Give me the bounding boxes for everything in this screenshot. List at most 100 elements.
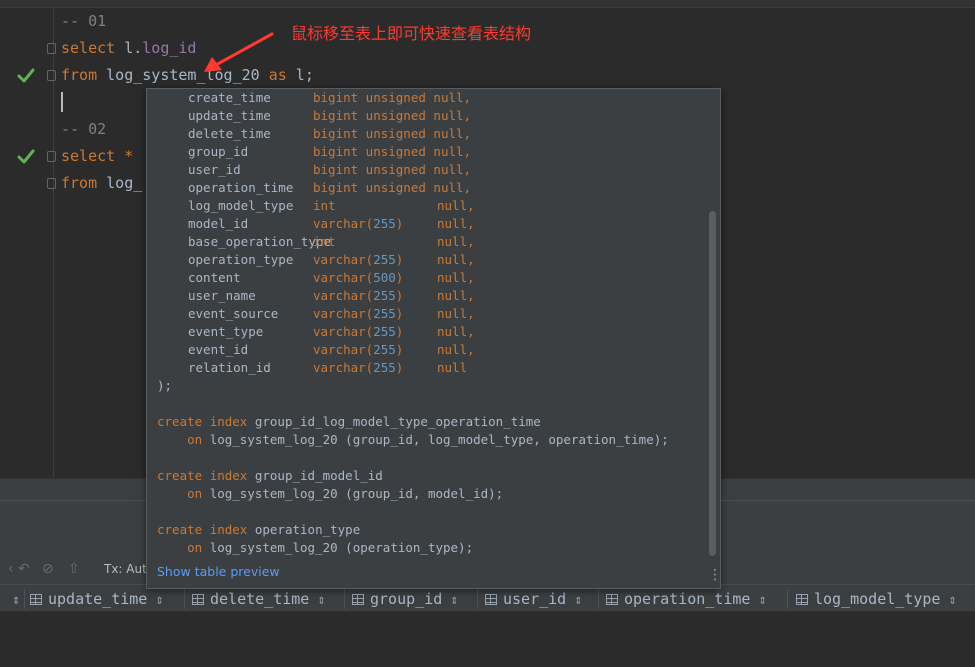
sort-icon[interactable]: ⇕: [948, 596, 956, 607]
popup-scrollbar[interactable]: [709, 211, 716, 556]
ddl-column-line: log_model_type int null,: [157, 197, 707, 215]
column-divider[interactable]: [787, 589, 788, 609]
table-structure-popup[interactable]: create_time bigint unsigned null, update_t…: [146, 88, 721, 589]
column-nullability: null,: [437, 306, 475, 321]
type-length: 255: [373, 324, 396, 339]
column-name: content: [188, 270, 241, 285]
keyword-select: select: [61, 147, 116, 165]
ddl-column-line: content varchar(500) null,: [157, 269, 707, 287]
column-nullability: null,: [433, 144, 472, 159]
show-table-preview-link[interactable]: Show table preview: [157, 564, 280, 579]
keyword-on: on: [187, 486, 203, 501]
index-target: log_system_log_20 (group_id, log_model_t…: [209, 432, 669, 447]
code-line-from-2[interactable]: from log_: [61, 170, 142, 197]
ddl-column-line: event_source varchar(255) null,: [157, 305, 707, 323]
column-name: delete_time: [188, 126, 271, 141]
annotation-arrow-icon: [204, 32, 274, 72]
code-table-partial: log_: [97, 174, 143, 192]
ddl-column-line: model_id varchar(255) null,: [157, 215, 707, 233]
undo-icon[interactable]: ↶: [18, 561, 30, 577]
column-nullability: null,: [437, 234, 475, 249]
column-nullability: null: [437, 360, 468, 375]
code-line-select-1[interactable]: select l.log_id: [61, 35, 196, 62]
column-name: update_time: [188, 108, 271, 123]
sort-icon[interactable]: ⇕: [4, 585, 20, 613]
column-header-log-model-type[interactable]: log_model_type ⇕: [796, 585, 957, 613]
column-nullability: null,: [437, 252, 475, 267]
ddl-close-paren: );: [157, 378, 173, 393]
ddl-index-line: create index group_id_model_id: [157, 467, 707, 485]
ddl-index-target-line: on log_system_log_20 (operation_type);: [157, 539, 707, 557]
column-type: bigint unsigned: [313, 144, 434, 159]
column-name: model_id: [188, 216, 249, 231]
column-name: base_operation_type: [188, 234, 331, 249]
column-type: varchar(500): [313, 270, 404, 285]
column-icon: [796, 594, 808, 605]
type-length: 255: [373, 306, 396, 321]
keyword-from: from: [61, 174, 98, 192]
sort-icon[interactable]: ⇕: [317, 596, 325, 607]
fold-marker-icon[interactable]: [47, 151, 56, 162]
ddl-index-line: create index operation_type: [157, 521, 707, 539]
fold-marker-icon[interactable]: [47, 70, 56, 81]
type-length: 500: [373, 270, 396, 285]
column-nullability: null,: [437, 288, 475, 303]
column-divider[interactable]: [598, 589, 599, 609]
column-type: varchar(255): [313, 342, 404, 357]
more-options-icon[interactable]: ⋮: [708, 567, 720, 583]
keyword-create: create: [157, 414, 203, 429]
fold-marker-icon[interactable]: [47, 178, 56, 189]
column-name: group_id: [188, 144, 249, 159]
column-header-delete-time[interactable]: delete_time ⇕: [192, 585, 326, 613]
column-type: bigint unsigned: [313, 162, 434, 177]
ddl-column-line: user_id bigint unsigned null,: [157, 161, 707, 179]
column-divider[interactable]: [344, 589, 345, 609]
column-nullability: null,: [437, 324, 475, 339]
column-header-user-id[interactable]: user_id ⇕: [485, 585, 583, 613]
column-name: event_type: [188, 324, 264, 339]
code-alias: l;: [286, 66, 314, 84]
column-type: bigint unsigned: [313, 108, 434, 123]
submit-icon[interactable]: ⇧: [68, 561, 80, 577]
index-name: operation_type: [254, 522, 361, 537]
column-header-operation-time[interactable]: operation_time ⇕: [606, 585, 767, 613]
keyword-create: create: [157, 468, 203, 483]
column-name: relation_id: [188, 360, 271, 375]
code-star: *: [115, 147, 134, 165]
column-type: bigint unsigned: [313, 90, 434, 105]
code-line-select-2[interactable]: select *: [61, 143, 133, 170]
column-header-update-time[interactable]: update_time ⇕: [30, 585, 164, 613]
execution-success-icon: [17, 149, 35, 164]
code-comment-01: -- 01: [61, 12, 107, 30]
column-divider[interactable]: [184, 589, 185, 609]
column-nullability: null,: [433, 90, 472, 105]
column-divider[interactable]: [24, 589, 25, 609]
revert-icon[interactable]: ⊘: [42, 561, 54, 577]
fold-marker-icon[interactable]: [47, 43, 56, 54]
keyword-index: index: [209, 414, 248, 429]
ddl-index-target-line: on log_system_log_20 (group_id, log_mode…: [157, 431, 707, 449]
sort-icon[interactable]: ⇕: [574, 596, 582, 607]
column-nullability: null,: [437, 216, 475, 231]
ddl-blank-line: [157, 503, 707, 521]
sort-icon[interactable]: ⇕: [450, 596, 458, 607]
column-icon: [606, 594, 618, 605]
column-icon: [192, 594, 204, 605]
collapse-icon[interactable]: ‹: [8, 561, 14, 577]
column-header-group-id[interactable]: group_id ⇕: [352, 585, 459, 613]
column-type: varchar(255): [313, 324, 404, 339]
column-name: log_model_type: [188, 198, 294, 213]
type-length: 255: [373, 252, 396, 267]
keyword-on: on: [187, 540, 203, 555]
ddl-column-line: user_name varchar(255) null,: [157, 287, 707, 305]
keyword-from: from: [61, 66, 98, 84]
code-alias-prefix: l.: [115, 39, 143, 57]
sort-icon[interactable]: ⇕: [758, 596, 766, 607]
column-nullability: null,: [433, 126, 472, 141]
sort-icon[interactable]: ⇕: [155, 596, 163, 607]
result-grid[interactable]: [0, 612, 975, 667]
column-nullability: null,: [437, 270, 475, 285]
column-type: varchar(255): [313, 306, 404, 321]
column-divider[interactable]: [477, 589, 478, 609]
column-name: event_id: [188, 342, 249, 357]
